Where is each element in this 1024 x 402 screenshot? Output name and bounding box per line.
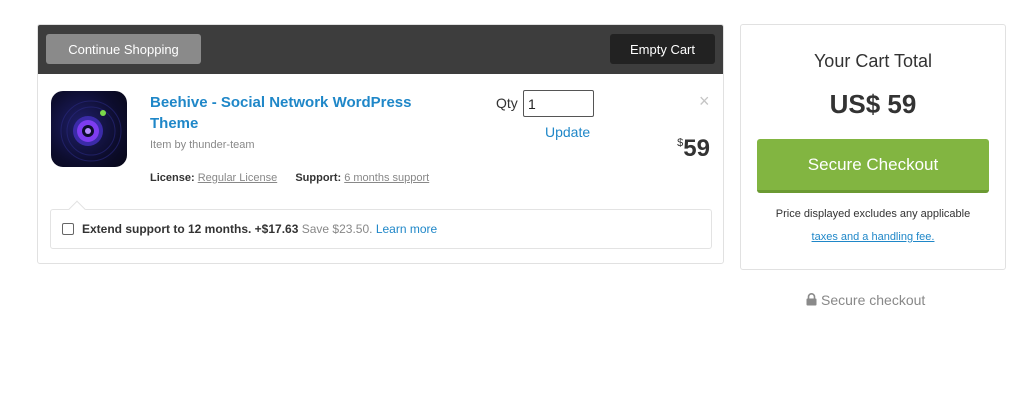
extend-save-text: Save $23.50. <box>301 222 373 236</box>
extend-support-text: Extend support to 12 months. +$17.63 Sav… <box>82 222 437 236</box>
price-value: 59 <box>683 135 710 162</box>
update-link[interactable]: Update <box>545 124 590 140</box>
cart-total-amount: US$ 59 <box>829 89 917 119</box>
extend-main-text: Extend support to 12 months. +$17.63 <box>82 222 299 236</box>
secure-checkout-label: Secure checkout <box>821 292 926 308</box>
qty-input[interactable] <box>523 90 594 117</box>
taxes-link-row: taxes and a handling fee. <box>741 231 1005 243</box>
license-link[interactable]: Regular License <box>198 172 278 184</box>
taxes-link[interactable]: taxes and a handling fee. <box>812 231 935 243</box>
license-label: License: <box>150 172 195 184</box>
extend-support-box: Extend support to 12 months. +$17.63 Sav… <box>50 200 712 249</box>
support-label: Support: <box>295 172 342 184</box>
empty-cart-button[interactable]: Empty Cart <box>610 34 715 64</box>
item-meta: License: Regular License Support: 6 mont… <box>150 172 429 184</box>
cart-panel: Continue Shopping Empty Cart Beehive - S… <box>37 24 724 264</box>
price-note: Price displayed excludes any applicable <box>775 208 971 220</box>
cart-toolbar: Continue Shopping Empty Cart <box>38 25 723 74</box>
remove-item-icon[interactable]: × <box>699 92 710 110</box>
price-currency: $ <box>677 137 684 149</box>
item-title-link[interactable]: Beehive - Social Network WordPress Theme <box>150 92 450 134</box>
item-price: $59 <box>677 135 710 163</box>
cart-item: Beehive - Social Network WordPress Theme… <box>38 74 723 209</box>
beehive-logo-icon[interactable] <box>51 91 127 167</box>
secure-checkout-button[interactable]: Secure Checkout <box>757 139 989 193</box>
cart-total-title: Your Cart Total <box>813 51 933 71</box>
lock-icon <box>806 293 817 306</box>
cart-summary-panel: Your Cart Total US$ 59 Secure Checkout P… <box>740 24 1006 270</box>
qty-label: Qty <box>496 95 518 111</box>
support-link[interactable]: 6 months support <box>344 172 429 184</box>
learn-more-link[interactable]: Learn more <box>376 222 437 236</box>
item-byline: Item by thunder-team <box>150 139 255 151</box>
extend-support-checkbox[interactable] <box>62 223 74 235</box>
continue-shopping-button[interactable]: Continue Shopping <box>46 34 201 64</box>
secure-checkout-footer: Secure checkout <box>806 292 925 308</box>
